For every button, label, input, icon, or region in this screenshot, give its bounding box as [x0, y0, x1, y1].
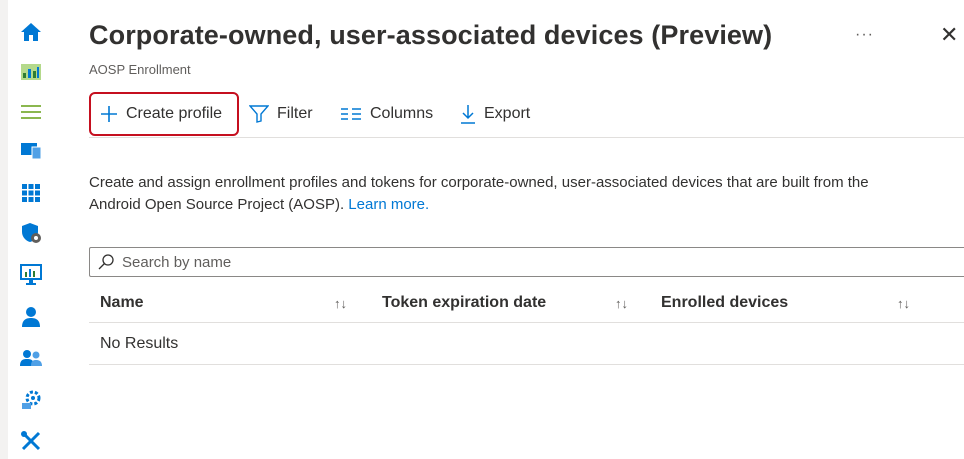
export-button[interactable]: Export: [460, 92, 530, 136]
filter-button[interactable]: Filter: [249, 92, 313, 136]
column-header-enrolled-devices[interactable]: Enrolled devices: [661, 284, 788, 322]
search-input[interactable]: [120, 252, 724, 272]
create-profile-label: Create profile: [126, 105, 223, 122]
filter-label: Filter: [277, 105, 313, 122]
dashboard-icon[interactable]: [19, 60, 43, 84]
troubleshooting-icon[interactable]: [19, 429, 43, 453]
columns-label: Columns: [370, 105, 434, 122]
reports-icon[interactable]: [19, 263, 43, 287]
devices-icon[interactable]: [19, 139, 43, 163]
description-line-1: Create and assign enrollment profiles an…: [89, 174, 869, 191]
column-header-token-expiration[interactable]: Token expiration date: [382, 284, 546, 322]
rail-edge: [0, 0, 8, 459]
page-subtitle: AOSP Enrollment: [89, 62, 191, 77]
description-line-2: Android Open Source Project (AOSP). Lear…: [89, 194, 964, 216]
sort-token-expiration-button[interactable]: ↑↓: [615, 284, 628, 322]
filter-icon: [249, 105, 269, 123]
search-box[interactable]: [89, 247, 964, 277]
empty-state-text: No Results: [100, 334, 179, 352]
tenant-administration-icon[interactable]: [19, 388, 43, 412]
toolbar-divider: [89, 137, 964, 138]
groups-icon[interactable]: [19, 346, 43, 370]
columns-button[interactable]: Columns: [340, 92, 433, 136]
table-row: No Results: [89, 323, 964, 365]
page-title: Corporate-owned, user-associated devices…: [89, 20, 773, 50]
plus-icon: [101, 106, 117, 122]
columns-icon: [341, 108, 361, 120]
learn-more-link[interactable]: Learn more.: [348, 196, 429, 213]
page-description: Create and assign enrollment profiles an…: [89, 172, 964, 216]
search-icon: [98, 254, 114, 270]
sort-name-button[interactable]: ↑↓: [334, 284, 347, 322]
sort-enrolled-devices-button[interactable]: ↑↓: [897, 284, 910, 322]
download-icon: [461, 105, 475, 124]
main-panel: Corporate-owned, user-associated devices…: [62, 0, 964, 459]
close-button[interactable]: ✕: [940, 22, 958, 48]
more-options-button[interactable]: ···: [855, 26, 874, 44]
export-label: Export: [484, 105, 531, 122]
left-nav-rail: [0, 0, 62, 459]
endpoint-security-icon[interactable]: [19, 221, 43, 245]
column-header-name[interactable]: Name: [100, 284, 144, 322]
home-icon[interactable]: [19, 20, 43, 44]
command-bar: Create profile Filter Columns Export: [89, 92, 964, 136]
users-icon[interactable]: [19, 305, 43, 329]
apps-icon[interactable]: [19, 181, 43, 205]
table-header: Name ↑↓ Token expiration date ↑↓ Enrolle…: [89, 284, 964, 323]
create-profile-button[interactable]: Create profile: [89, 92, 239, 136]
description-text: Android Open Source Project (AOSP).: [89, 196, 349, 213]
all-services-icon[interactable]: [19, 100, 43, 124]
